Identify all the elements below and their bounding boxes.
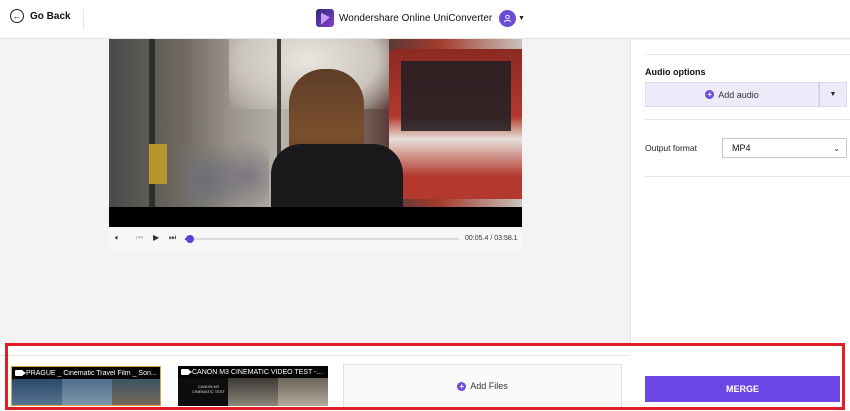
plus-circle-icon: + [705,90,715,99]
clip-thumbnail[interactable]: PRAGUE _ Cinematic Travel Film _ Son... [11,366,161,406]
avatar [499,10,516,27]
header-divider [83,9,84,29]
user-icon [503,14,512,23]
clip-thumbnail[interactable]: CANON M3 CINEMATIC TEST CANON M3 CINEMAT… [178,366,328,406]
video-camera-icon [181,369,192,375]
clip-title: PRAGUE _ Cinematic Travel Film _ Son... [26,369,157,377]
time-separator: / [490,235,493,242]
audio-options-title: Audio options [645,67,706,77]
arrow-left-icon: ← [10,9,24,23]
add-files-button[interactable]: + Add Files [343,364,622,408]
brand: Wondershare Online UniConverter [316,9,492,27]
output-format-label: Output format [645,143,697,153]
audio-options-dropdown[interactable]: ▼ [819,82,847,107]
brand-name: Wondershare Online UniConverter [339,12,493,24]
player-controls: 🔈︎ ⏮︎ ▶ ⏭︎ 00:05.4 / 03:58.1 [109,227,522,251]
letterbox-bar [109,207,522,227]
previous-frame-icon[interactable]: ⏮︎ [136,233,143,243]
add-audio-button[interactable]: + Add audio [645,82,819,107]
divider [0,355,630,356]
settings-panel: Audio options + Add audio ▼ Output forma… [630,40,850,345]
clip-thumb-text: CANON M3 CINEMATIC TEST [192,384,225,394]
play-icon[interactable]: ▶ [153,233,159,243]
merge-label: MERGE [725,384,759,394]
divider [645,176,850,177]
video-preview[interactable] [109,39,522,227]
next-frame-icon[interactable]: ⏭︎ [169,233,176,243]
chevron-down-icon: ⌄ [833,143,840,153]
output-format-select[interactable]: MP4 ⌄ [722,138,847,158]
seek-handle[interactable] [186,235,195,243]
clip-title-bar: PRAGUE _ Cinematic Travel Film _ Son... [12,367,160,379]
divider [645,54,850,55]
merge-button[interactable]: MERGE [645,376,840,402]
clip-title-bar: CANON M3 CINEMATIC VIDEO TEST -... [178,366,328,378]
account-menu[interactable]: ▼ [499,10,525,27]
chevron-down-icon: ▼ [518,15,525,22]
add-files-label: Add Files [470,381,508,391]
video-camera-icon [15,370,26,376]
add-audio-label: Add audio [718,89,759,100]
go-back-label: Go Back [30,10,71,22]
uniconverter-logo-icon [316,9,334,27]
volume-icon[interactable]: 🔈︎ [115,233,120,243]
video-frame [109,39,522,207]
time-readout: 00:05.4 / 03:58.1 [465,235,518,242]
seek-bar[interactable] [185,235,459,243]
current-time: 00:05.4 [465,235,489,242]
caret-down-icon: ▼ [829,91,837,98]
output-format-value: MP4 [732,143,751,153]
duration: 03:58.1 [494,235,518,242]
go-back-button[interactable]: ← Go Back [10,9,71,23]
top-header: ← Go Back Wondershare Online UniConverte… [0,0,850,39]
clip-title: CANON M3 CINEMATIC VIDEO TEST -... [192,368,323,376]
plus-circle-icon: + [457,381,467,391]
divider [645,119,850,120]
